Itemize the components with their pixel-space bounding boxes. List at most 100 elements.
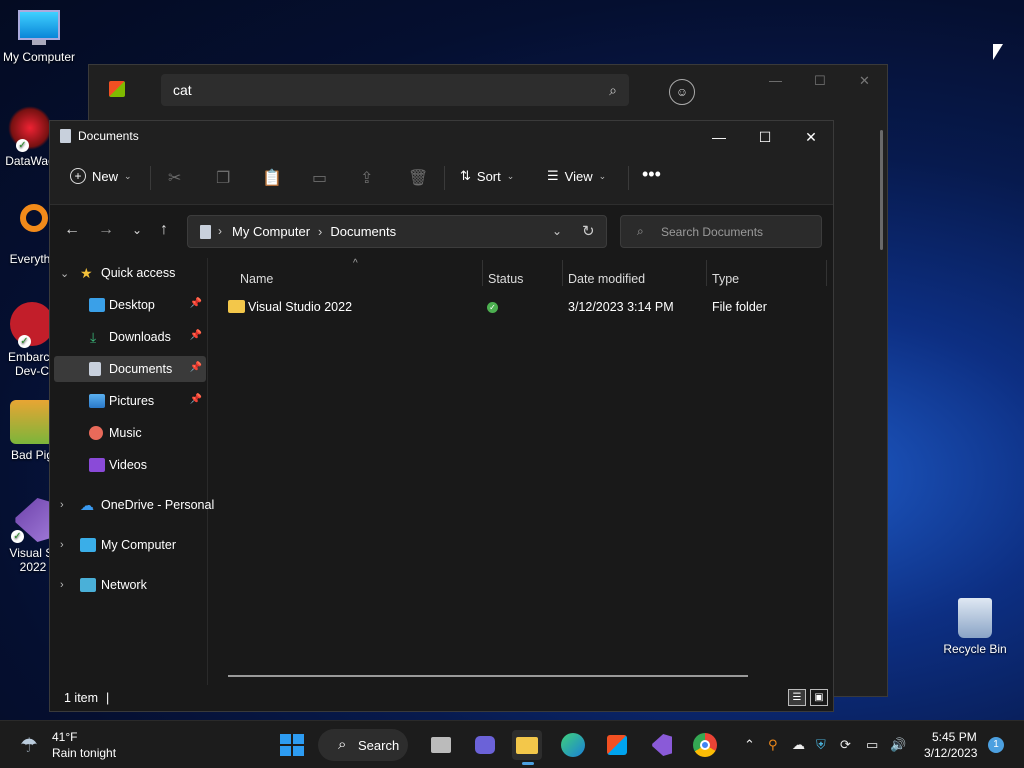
column-header-date-modified[interactable]: Date modified [568,272,645,286]
view-button[interactable]: ☰ View ⌄ [547,168,606,184]
new-button[interactable]: + New ⌄ [70,168,132,184]
nav-item-pictures[interactable]: Pictures 📌 [50,388,206,414]
view-lines-icon: ☰ [547,168,559,183]
close-icon[interactable]: ✕ [859,73,870,89]
chevron-down-icon: ⌄ [598,170,607,181]
status-bar: 1 item | ☰ ▣ [50,685,833,711]
column-header-type[interactable]: Type [712,272,739,286]
account-icon[interactable]: ☺ [669,79,695,105]
pin-icon: 📌 [189,394,202,405]
share-icon[interactable]: ⇪ [360,168,373,188]
column-header-status[interactable]: Status [488,272,523,286]
minimize-button[interactable]: — [696,123,742,151]
chevron-down-icon: ⌄ [60,267,70,280]
store-scrollbar[interactable] [880,130,883,250]
edge-browser-icon[interactable] [558,730,588,760]
more-options-icon[interactable]: ••• [642,164,661,185]
pin-icon: 📌 [189,330,202,341]
taskbar-search-button[interactable]: ⌕ Search [318,729,408,761]
breadcrumb-documents[interactable]: Documents [330,224,396,239]
minimize-icon[interactable]: — [769,73,782,88]
sort-button[interactable]: ⇅ Sort ⌄ [460,168,514,184]
nav-item-desktop[interactable]: Desktop 📌 [50,292,206,318]
sync-icon[interactable]: ⟳ [840,737,851,753]
delete-icon[interactable]: 🗑 [408,168,428,188]
pin-icon: 📌 [189,362,202,373]
task-view-icon[interactable] [426,730,456,760]
column-divider[interactable] [826,260,827,286]
document-icon [89,362,101,376]
chrome-browser-icon[interactable] [690,730,720,760]
visual-studio-taskbar-icon[interactable] [646,730,676,760]
refresh-icon[interactable]: ↻ [582,222,595,240]
new-label: New [92,168,119,184]
address-bar[interactable]: › My Computer › Documents ⌄ ↻ [187,215,607,248]
nav-item-videos[interactable]: Videos [50,452,206,478]
onedrive-cloud-icon[interactable]: ☁ [792,737,805,753]
sort-label: Sort [476,168,501,184]
weather-temp[interactable]: 41°F [52,730,77,744]
weather-desc[interactable]: Rain tonight [52,746,116,760]
paste-icon[interactable]: 📋 [262,168,282,188]
devcpp-icon: ✓ [10,302,54,348]
thumbnail-view-icon[interactable]: ▣ [810,689,828,706]
everything-tray-icon[interactable]: ⚲ [768,737,778,753]
breadcrumb-my-computer[interactable]: My Computer [232,224,310,239]
copy-icon[interactable]: ❐ [216,168,230,188]
windows-logo-icon [280,734,304,756]
forward-arrow-icon[interactable]: → [98,221,114,239]
clock-time[interactable]: 5:45 PM [932,730,977,744]
column-divider[interactable] [482,260,483,286]
nav-onedrive[interactable]: › ☁ OneDrive - Personal [50,492,214,518]
nav-item-documents[interactable]: Documents 📌 [54,356,206,382]
microsoft-store-icon[interactable] [602,730,632,760]
table-row[interactable]: Visual Studio 2022 ✓ 3/12/2023 3:14 PM F… [226,298,826,320]
teams-chat-icon[interactable] [470,730,500,760]
clock-date[interactable]: 3/12/2023 [924,746,977,760]
cut-icon[interactable]: ✂ [168,168,181,188]
nav-item-label: Pictures [109,394,155,408]
file-explorer-icon[interactable] [512,730,542,765]
maximize-icon[interactable]: ☐ [814,73,826,89]
network-monitor-icon[interactable]: ▭ [866,737,878,753]
command-bar: + New ⌄ ✂ ❐ 📋 ▭ ⇪ 🗑 ⇅ Sort ⌄ ☰ View ⌄ ••… [50,152,833,205]
back-arrow-icon[interactable]: ← [64,221,80,239]
security-shield-icon[interactable]: ⛨ [816,737,826,753]
volume-icon[interactable]: 🔊 [890,737,906,753]
nav-onedrive-label: OneDrive - Personal [101,498,215,512]
desktop-icon-my-computer[interactable]: My Computer [1,10,77,64]
nav-network[interactable]: › Network [50,572,206,598]
start-button[interactable] [277,730,307,760]
download-icon: ⤓ [90,328,97,345]
show-hidden-icons-chevron[interactable]: ⌃ [744,737,755,753]
notification-badge[interactable]: 1 [988,737,1004,753]
nav-my-computer[interactable]: › My Computer [50,532,206,558]
details-view-icon[interactable]: ☰ [788,689,806,706]
column-divider[interactable] [562,260,563,286]
desktop-icon-label: Recycle Bin [943,642,1007,656]
address-dropdown-icon[interactable]: ⌄ [552,224,562,238]
plus-circle-icon: + [70,168,86,184]
nav-item-label: Documents [109,362,173,376]
file-list: ^ Name Status Date modified Type Visual … [210,258,833,686]
column-divider[interactable] [706,260,707,286]
rename-icon[interactable]: ▭ [312,168,327,188]
maximize-button[interactable]: ☐ [742,123,788,151]
horizontal-scrollbar[interactable] [228,675,748,677]
nav-item-label: Desktop [109,298,155,312]
nav-item-downloads[interactable]: ⤓ Downloads 📌 [50,324,206,350]
close-button[interactable]: ✕ [788,123,834,151]
store-search-input[interactable]: cat ⌕ [161,74,629,106]
title-bar[interactable]: Documents — ☐ ✕ [50,121,833,152]
item-count: 1 item [64,691,99,705]
nav-item-music[interactable]: Music [50,420,206,446]
up-arrow-icon[interactable]: ↑ [160,221,168,239]
search-box[interactable]: ⌕ Search Documents [620,215,822,248]
desktop-icon-recycle-bin[interactable]: Recycle Bin [937,598,1013,656]
nav-quick-access[interactable]: ⌄ ★ Quick access [50,260,206,286]
search-icon[interactable]: ⌕ [609,82,617,99]
recent-chevron-icon[interactable]: ⌄ [132,223,142,237]
column-header-name[interactable]: Name [240,272,273,286]
nav-quick-access-label: Quick access [101,266,176,280]
monitor-icon [18,10,60,46]
